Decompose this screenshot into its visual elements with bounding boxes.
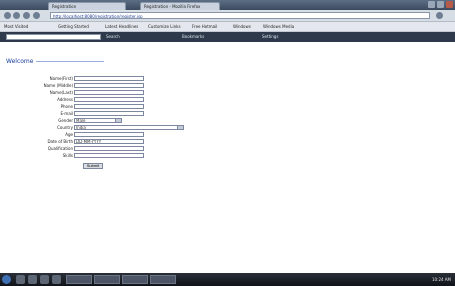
- address-bar[interactable]: http://localhost:8080/registration/regis…: [50, 12, 430, 19]
- bookmark-item[interactable]: Getting Started: [58, 23, 89, 30]
- label-address: Address: [57, 97, 73, 102]
- bookmark-item[interactable]: Free Hotmail: [192, 23, 217, 30]
- bookmark-item[interactable]: Windows Media: [263, 23, 294, 30]
- go-icon[interactable]: [436, 12, 443, 19]
- system-clock[interactable]: 10:24 AM: [432, 276, 451, 283]
- last-name-input[interactable]: [74, 90, 144, 95]
- forward-icon[interactable]: [13, 12, 20, 19]
- label-dob: Date of Birth: [47, 139, 73, 144]
- skills-input[interactable]: [74, 153, 144, 158]
- middle-name-input[interactable]: [74, 83, 144, 88]
- gender-select[interactable]: Male: [74, 118, 122, 123]
- home-icon[interactable]: [33, 12, 40, 19]
- page-title: Welcome: [6, 58, 34, 65]
- navigation-bar: http://localhost:8080/registration/regis…: [0, 10, 455, 22]
- chevron-down-icon[interactable]: [177, 126, 183, 129]
- label-middle-name: Name (Middle): [43, 83, 73, 88]
- bookmark-item[interactable]: Customize Links: [148, 23, 181, 30]
- age-input[interactable]: [74, 132, 144, 137]
- email-input[interactable]: [74, 111, 144, 116]
- media-player-icon[interactable]: [40, 275, 49, 284]
- dob-input[interactable]: DD-MM-YYYY: [74, 139, 144, 144]
- label-gender: Gender: [58, 118, 73, 123]
- bookmark-item[interactable]: Most Visited: [4, 23, 28, 30]
- bookmark-item[interactable]: Latest Headlines: [105, 23, 138, 30]
- back-icon[interactable]: [4, 12, 11, 19]
- firefox-icon[interactable]: [52, 275, 61, 284]
- bookmarks-bar: Most Visited Getting Started Latest Head…: [0, 22, 455, 32]
- label-skills: Skills: [62, 153, 73, 158]
- submit-button[interactable]: Submit: [83, 163, 103, 169]
- folder-icon[interactable]: [28, 275, 37, 284]
- maximize-icon[interactable]: [437, 1, 444, 8]
- label-first-name: Name(First): [49, 76, 73, 81]
- browser-title-bar: Registration Registration - Mozilla Fire…: [0, 0, 455, 11]
- toolbar-item[interactable]: Settings: [262, 34, 278, 40]
- address-input[interactable]: [74, 97, 144, 102]
- label-phone: Phone: [60, 104, 73, 109]
- taskbar-window-button[interactable]: [122, 275, 148, 284]
- country-select[interactable]: India: [74, 125, 184, 130]
- chevron-down-icon[interactable]: [115, 119, 121, 122]
- bookmark-item[interactable]: Windows: [233, 23, 251, 30]
- close-icon[interactable]: [446, 1, 453, 8]
- gender-selected-value: Male: [76, 118, 86, 123]
- first-name-input[interactable]: [74, 76, 144, 81]
- label-last-name: Name(Last): [49, 90, 73, 95]
- label-qualification: Qualification: [47, 146, 73, 151]
- reload-icon[interactable]: [23, 12, 30, 19]
- taskbar-window-button[interactable]: [66, 275, 92, 284]
- taskbar-window-button[interactable]: [94, 275, 120, 284]
- start-button[interactable]: [2, 275, 11, 284]
- toolbar-item[interactable]: Search: [106, 34, 120, 40]
- label-age: Age: [65, 132, 73, 137]
- ie-icon[interactable]: [16, 275, 25, 284]
- qualification-input[interactable]: [74, 146, 144, 151]
- label-country: Country: [57, 125, 73, 130]
- search-toolbar: Search Bookmarks Settings: [0, 32, 455, 42]
- search-input[interactable]: [6, 34, 101, 40]
- country-selected-value: India: [76, 125, 86, 130]
- taskbar-window-button[interactable]: [150, 275, 176, 284]
- toolbar-item[interactable]: Bookmarks: [182, 34, 204, 40]
- phone-input[interactable]: [74, 104, 144, 109]
- taskbar: 10:24 AM: [0, 273, 455, 286]
- heading-divider: [36, 61, 104, 62]
- minimize-icon[interactable]: [428, 1, 435, 8]
- label-email: E-mail: [60, 111, 73, 116]
